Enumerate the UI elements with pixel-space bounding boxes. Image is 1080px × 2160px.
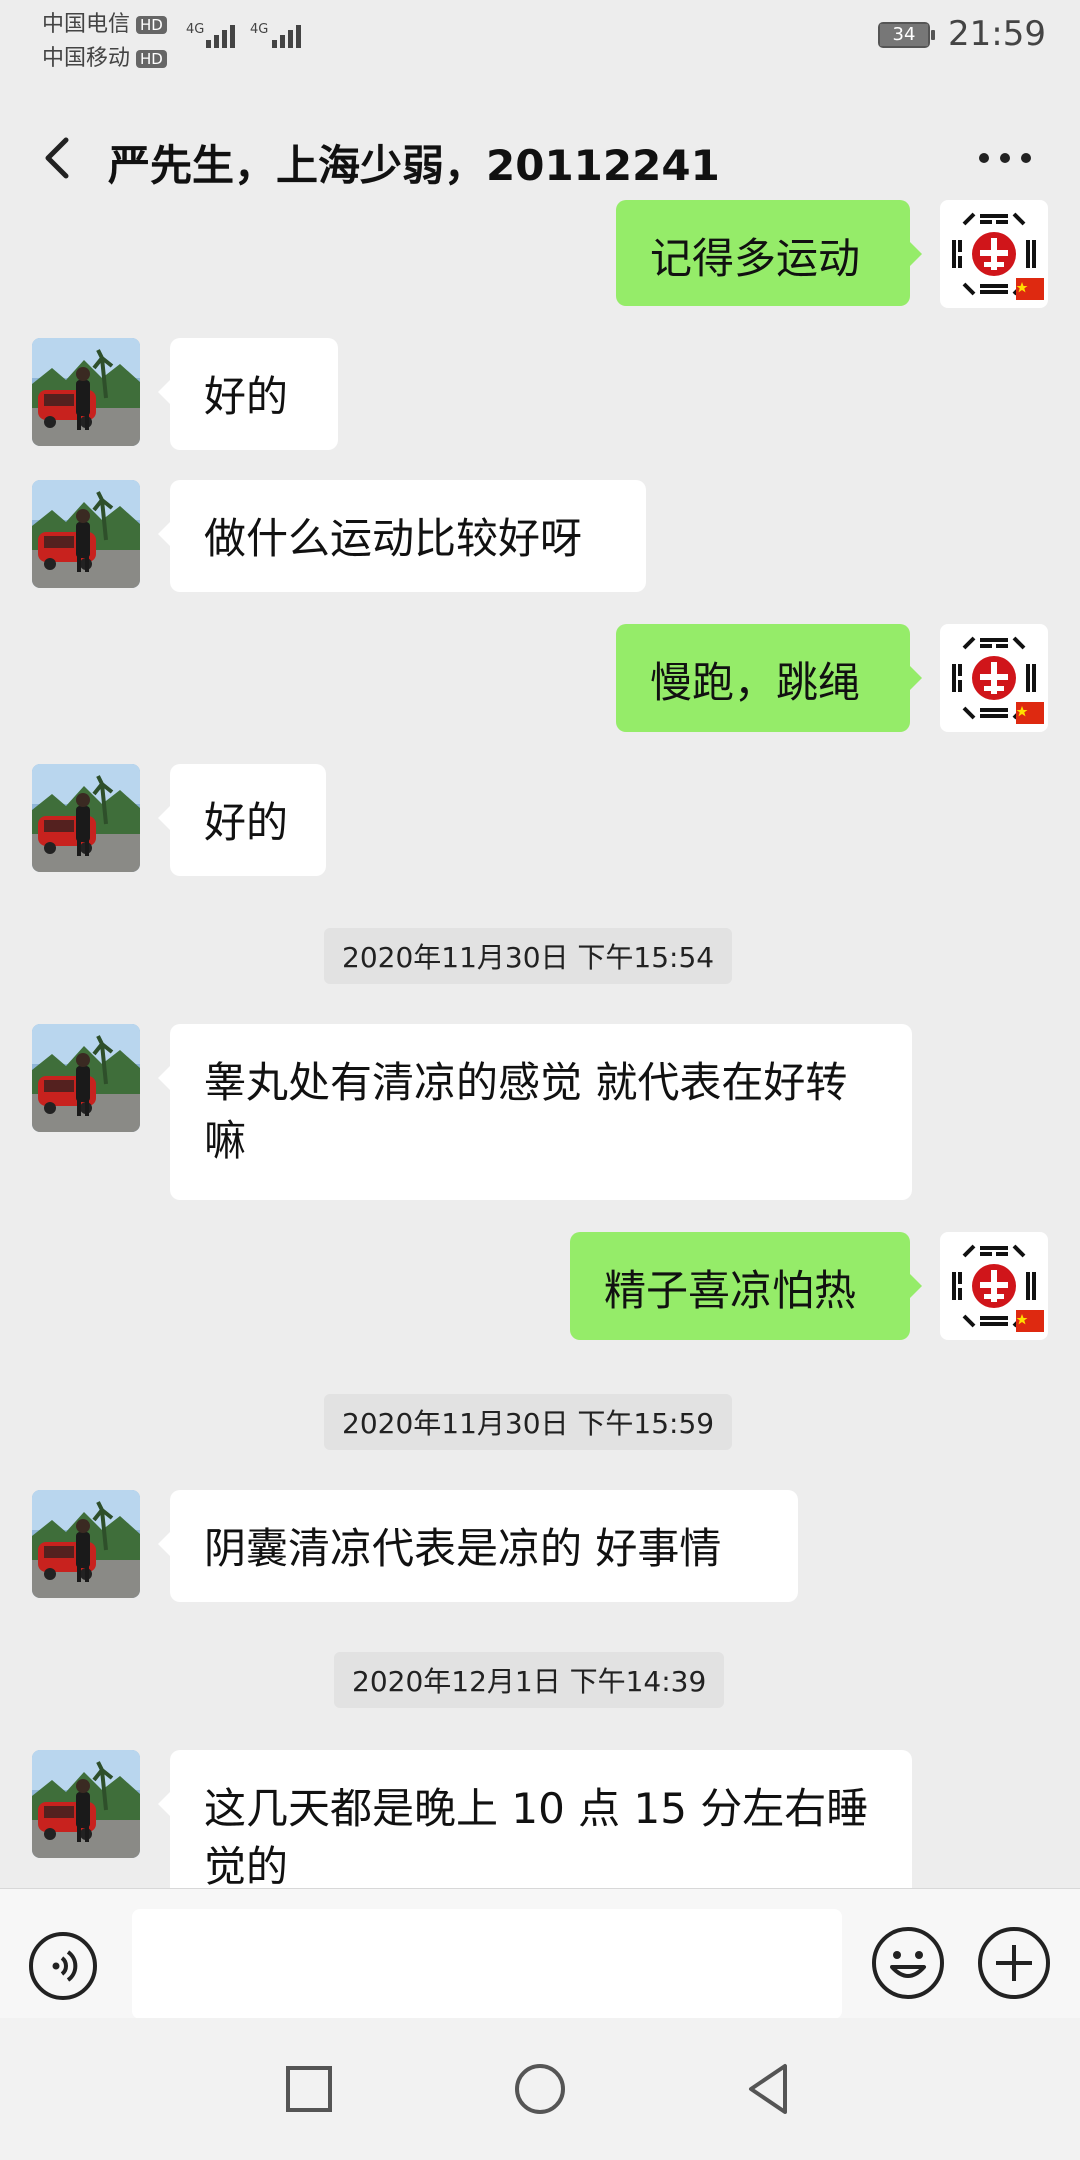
voice-icon (29, 1932, 97, 2000)
carrier-1-label: 中国电信 (42, 12, 131, 37)
doctor-avatar-image (940, 200, 1048, 308)
nav-back-icon (749, 2064, 787, 2114)
status-bar: 中国电信 HD 中国移动 HD 4G 4G 34 21:59 (0, 0, 1080, 110)
hd-badge-1: HD (136, 16, 167, 34)
contact-avatar[interactable] (32, 1750, 140, 1858)
contact-avatar-image (32, 1024, 140, 1132)
doctor-avatar-image (940, 624, 1048, 732)
message-bubble-in[interactable]: 好的 (158, 764, 326, 876)
message-bubble-in[interactable]: 睾丸处有清凉的感觉 就代表在好转嘛 (158, 1024, 912, 1200)
contact-avatar[interactable] (32, 480, 140, 588)
carrier-2: 中国移动 HD (42, 40, 167, 72)
plus-icon (978, 1927, 1050, 1999)
nav-recent-icon (286, 2066, 332, 2112)
voice-button[interactable] (28, 1931, 98, 2001)
nav-recent-button[interactable] (274, 2054, 344, 2124)
input-bar (0, 1888, 1080, 2019)
battery-level: 34 (880, 24, 928, 46)
signal-bars-2-icon (272, 22, 301, 48)
doctor-avatar[interactable] (940, 624, 1048, 732)
contact-avatar-image (32, 480, 140, 588)
nav-home-icon (515, 2064, 565, 2114)
chat-header: 严先生，上海少弱，20112241 (0, 110, 1080, 210)
network-type-2: 4G (250, 22, 269, 37)
contact-avatar-image (32, 1490, 140, 1598)
timestamp: 2020年11月30日 下午15:54 (324, 928, 733, 984)
chat-title: 严先生，上海少弱，20112241 (108, 141, 720, 190)
message-bubble-in[interactable]: 阴囊清凉代表是凉的 好事情 (158, 1490, 798, 1602)
contact-avatar-image (32, 338, 140, 446)
back-button[interactable] (34, 128, 84, 188)
plus-button[interactable] (976, 1925, 1052, 2001)
emoji-button[interactable] (870, 1925, 946, 2001)
signal-bars-1-icon (206, 22, 235, 48)
clock: 21:59 (948, 14, 1046, 54)
contact-avatar[interactable] (32, 764, 140, 872)
contact-avatar[interactable] (32, 338, 140, 446)
hd-badge-2: HD (136, 50, 167, 68)
contact-avatar-image (32, 1750, 140, 1858)
more-button[interactable] (970, 128, 1040, 188)
nav-back-button[interactable] (735, 2054, 805, 2124)
carrier-2-label: 中国移动 (42, 46, 131, 71)
message-bubble-in[interactable]: 好的 (158, 338, 338, 450)
battery-icon: 34 (878, 22, 935, 48)
message-bubble-out[interactable]: 记得多运动 (616, 200, 922, 306)
contact-avatar-image (32, 764, 140, 872)
emoji-icon (872, 1927, 944, 1999)
carrier-1: 中国电信 HD (42, 6, 167, 38)
contact-avatar[interactable] (32, 1490, 140, 1598)
back-arrow-icon (45, 137, 69, 179)
doctor-avatar[interactable] (940, 200, 1048, 308)
doctor-avatar[interactable] (940, 1232, 1048, 1340)
timestamp: 2020年11月30日 下午15:59 (324, 1394, 733, 1450)
system-nav-bar (0, 2018, 1080, 2160)
network-type-1: 4G (186, 22, 205, 37)
nav-home-button[interactable] (505, 2054, 575, 2124)
timestamp: 2020年12月1日 下午14:39 (334, 1652, 725, 1708)
message-bubble-out[interactable]: 慢跑，跳绳 (616, 624, 922, 732)
message-bubble-in[interactable]: 做什么运动比较好呀 (158, 480, 646, 592)
more-icon (979, 153, 1031, 163)
doctor-avatar-image (940, 1232, 1048, 1340)
contact-avatar[interactable] (32, 1024, 140, 1132)
message-input[interactable] (132, 1909, 842, 2019)
message-bubble-out[interactable]: 精子喜凉怕热 (570, 1232, 922, 1340)
